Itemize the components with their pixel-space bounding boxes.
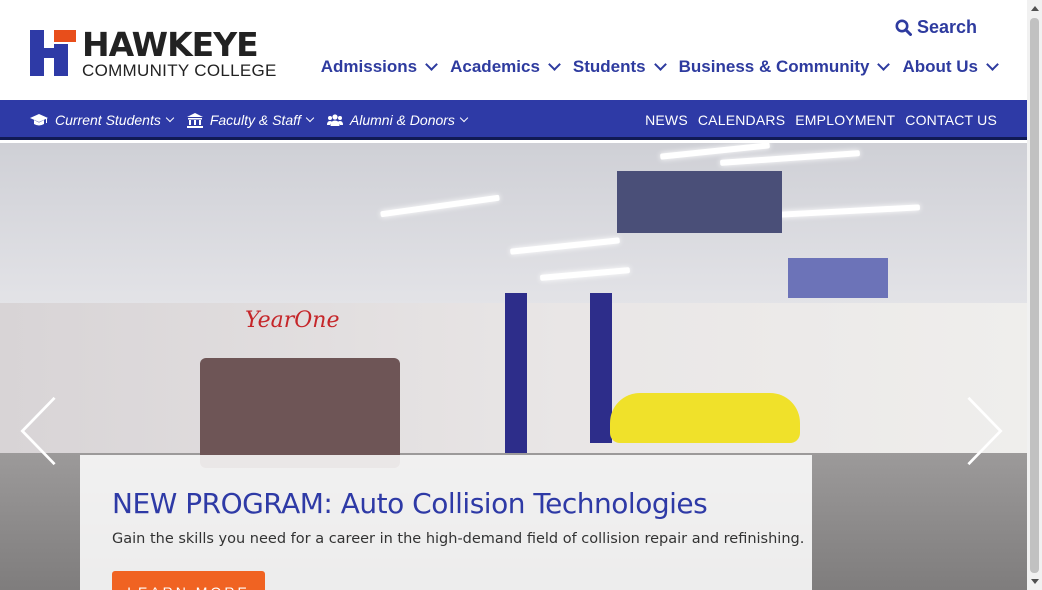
graduation-cap-icon	[30, 113, 48, 127]
scroll-thumb[interactable]	[1030, 18, 1039, 573]
scroll-up-icon[interactable]	[1031, 6, 1039, 11]
search-label: Search	[916, 17, 977, 37]
logo-subtitle: COMMUNITY COLLEGE	[82, 60, 277, 80]
hero-carousel: YearOne NEW PROGRAM: Auto Collision Tech…	[0, 143, 1027, 590]
hero-caption: NEW PROGRAM: Auto Collision Technologies…	[80, 455, 812, 590]
users-icon	[326, 113, 343, 127]
carousel-next-arrow-icon[interactable]	[965, 396, 1005, 466]
hero-title: NEW PROGRAM: Auto Collision Technologies	[112, 487, 708, 520]
site-header: HAWKEYE COMMUNITY COLLEGE Search Admissi…	[0, 0, 1027, 100]
chevron-down-icon	[548, 58, 561, 71]
logo-name: HAWKEYE	[82, 24, 259, 64]
nav-about-us[interactable]: About Us	[902, 57, 999, 77]
nav-business-community[interactable]: Business & Community	[678, 57, 891, 77]
audience-bar: Current Students Faculty & Staff Alumni …	[0, 100, 1027, 140]
nav-label: Admissions	[320, 57, 418, 76]
scroll-down-icon[interactable]	[1031, 579, 1039, 584]
hero-image-car	[610, 393, 800, 443]
nav-label: Academics	[450, 57, 540, 76]
nav-label: About Us	[902, 57, 978, 76]
utility-link-calendars[interactable]: CALENDARS	[698, 112, 785, 128]
audience-label: Alumni & Donors	[349, 112, 455, 128]
audience-label: Current Students	[55, 112, 161, 128]
utility-link-contact-us[interactable]: CONTACT US	[905, 112, 997, 128]
nav-label: Business & Community	[678, 57, 870, 76]
audience-current-students[interactable]: Current Students	[30, 112, 175, 128]
chevron-down-icon	[425, 58, 438, 71]
hero-image-duct	[788, 258, 888, 298]
learn-more-button[interactable]: LEARN MORE	[112, 571, 265, 590]
nav-admissions[interactable]: Admissions	[320, 57, 438, 77]
chevron-down-icon	[459, 113, 469, 123]
main-nav: Admissions Academics Students Business &…	[307, 57, 999, 77]
utility-link-employment[interactable]: EMPLOYMENT	[795, 112, 895, 128]
chevron-down-icon	[165, 113, 175, 123]
chevron-down-icon	[305, 113, 315, 123]
audience-alumni-donors[interactable]: Alumni & Donors	[326, 112, 469, 128]
nav-academics[interactable]: Academics	[450, 57, 561, 77]
hero-description: Gain the skills you need for a career in…	[112, 531, 805, 547]
institution-icon	[186, 112, 203, 128]
page-scrollbar[interactable]	[1027, 0, 1042, 590]
audience-faculty-staff[interactable]: Faculty & Staff	[186, 112, 315, 128]
search-link[interactable]: Search	[895, 17, 977, 38]
nav-label: Students	[572, 57, 646, 76]
hero-image-lift	[590, 293, 612, 443]
hero-image-sign: YearOne	[245, 308, 340, 333]
utility-link-news[interactable]: NEWS	[645, 112, 688, 128]
carousel-prev-arrow-icon[interactable]	[18, 396, 58, 466]
site-logo[interactable]: HAWKEYE COMMUNITY COLLEGE	[30, 24, 290, 80]
chevron-down-icon	[986, 58, 999, 71]
search-icon	[895, 19, 912, 36]
hero-image-duct	[617, 171, 782, 233]
nav-students[interactable]: Students	[572, 57, 667, 77]
hero-image-truck	[200, 358, 400, 468]
audience-label: Faculty & Staff	[209, 112, 301, 128]
chevron-down-icon	[653, 58, 667, 71]
chevron-down-icon	[877, 58, 891, 71]
hero-image-lift	[505, 293, 527, 453]
logo-mark-icon	[30, 30, 76, 76]
